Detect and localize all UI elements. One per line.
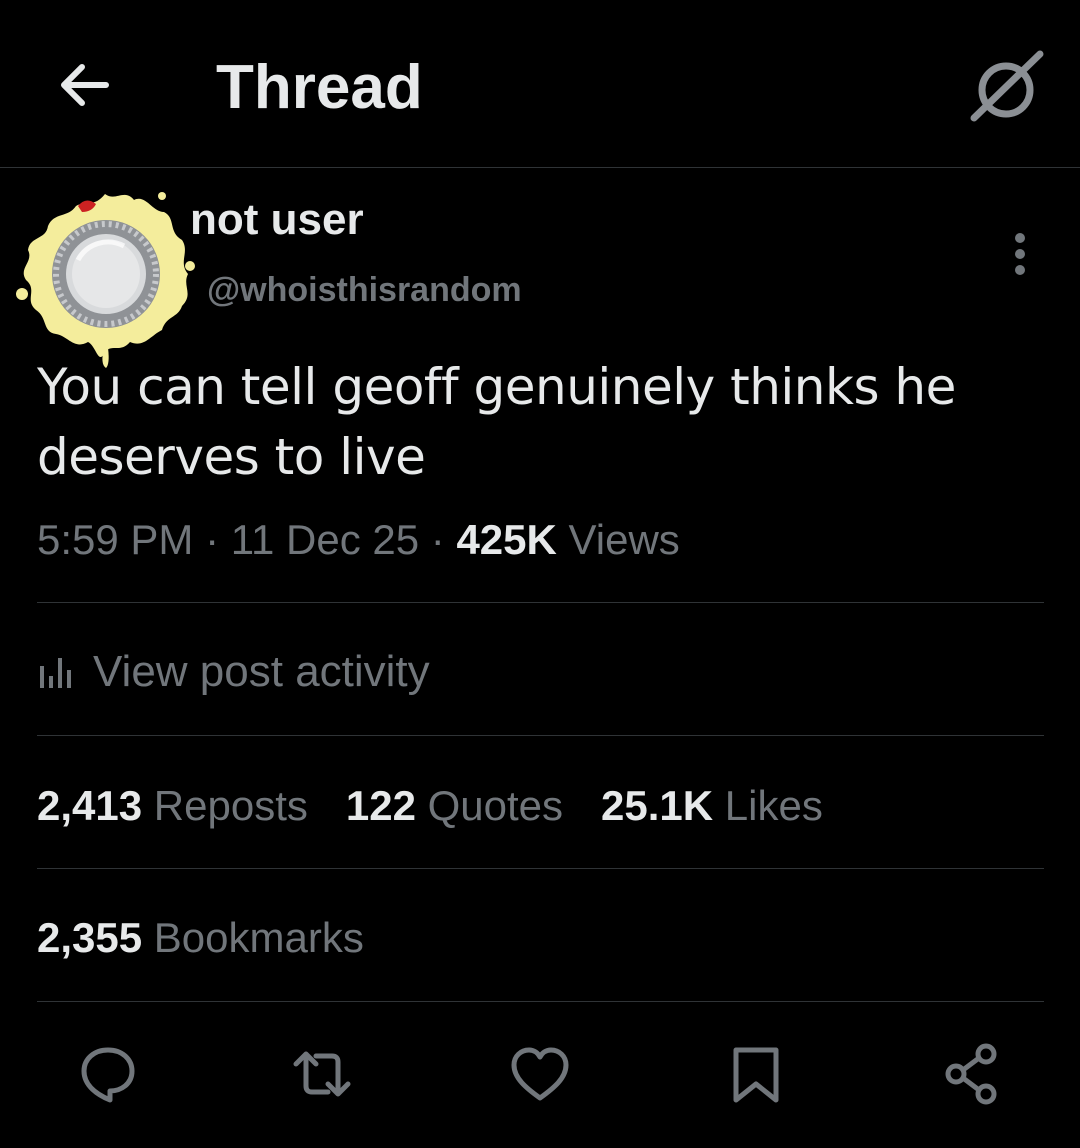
- post-metadata: 5:59 PM · 11 Dec 25 · 425K Views: [37, 510, 680, 570]
- post-date[interactable]: 11 Dec 25: [231, 516, 419, 563]
- avatar-image: [16, 192, 195, 368]
- reply-icon: [81, 1047, 135, 1103]
- views-count: 425K: [456, 516, 557, 563]
- likes-label: Likes: [724, 782, 823, 829]
- arrow-left-icon: [61, 64, 109, 106]
- quotes-stat[interactable]: 122 Quotes: [346, 782, 563, 830]
- quotes-count: 122: [345, 782, 416, 829]
- share-button[interactable]: [938, 1040, 1006, 1108]
- likes-stat[interactable]: 25.1K Likes: [601, 782, 823, 830]
- repost-button[interactable]: [288, 1040, 356, 1108]
- view-post-activity-link[interactable]: View post activity: [37, 640, 430, 704]
- meta-separator: ·: [430, 516, 445, 563]
- top-bar: Thread: [0, 0, 1080, 168]
- reposts-stat[interactable]: 2,413 Reposts: [37, 782, 308, 830]
- divider: [37, 602, 1044, 603]
- analytics-icon: [40, 658, 71, 688]
- grok-button[interactable]: [966, 48, 1046, 128]
- page-title: Thread: [216, 53, 423, 122]
- divider: [37, 868, 1044, 869]
- like-icon: [511, 1047, 569, 1101]
- author-handle[interactable]: @whoisthisrandom: [207, 266, 522, 314]
- divider: [37, 735, 1044, 736]
- reposts-label: Reposts: [153, 782, 308, 829]
- action-bar: [0, 1032, 1080, 1116]
- post-time: 5:59 PM: [37, 516, 194, 563]
- reposts-count: 2,413: [37, 782, 143, 829]
- view-post-activity-label: View post activity: [93, 647, 430, 696]
- likes-count: 25.1K: [601, 782, 714, 829]
- author-display-name[interactable]: not user: [190, 192, 364, 248]
- quotes-label: Quotes: [427, 782, 564, 829]
- bookmarks-label: Bookmarks: [153, 914, 364, 961]
- share-icon: [945, 1043, 997, 1105]
- meta-separator: ·: [205, 516, 220, 563]
- reply-button[interactable]: [74, 1040, 142, 1108]
- grok-icon: [970, 50, 1044, 122]
- bookmark-icon: [733, 1047, 779, 1103]
- back-button[interactable]: [52, 52, 116, 116]
- repost-icon: [293, 1051, 351, 1097]
- post-text: You can tell geoff genuinely thinks he d…: [37, 358, 956, 486]
- bookmark-button[interactable]: [722, 1040, 790, 1108]
- like-button[interactable]: [506, 1040, 574, 1108]
- bookmarks-count: 2,355: [37, 914, 143, 961]
- divider: [37, 1001, 1044, 1002]
- bookmarks-stat: 2,355 Bookmarks: [37, 906, 402, 970]
- engagement-stats: 2,413 Reposts 122 Quotes 25.1K Likes: [37, 774, 861, 838]
- more-options-button[interactable]: [1000, 228, 1040, 280]
- more-vertical-icon: [1015, 233, 1025, 275]
- avatar[interactable]: [12, 182, 198, 368]
- views-label: Views: [568, 516, 680, 563]
